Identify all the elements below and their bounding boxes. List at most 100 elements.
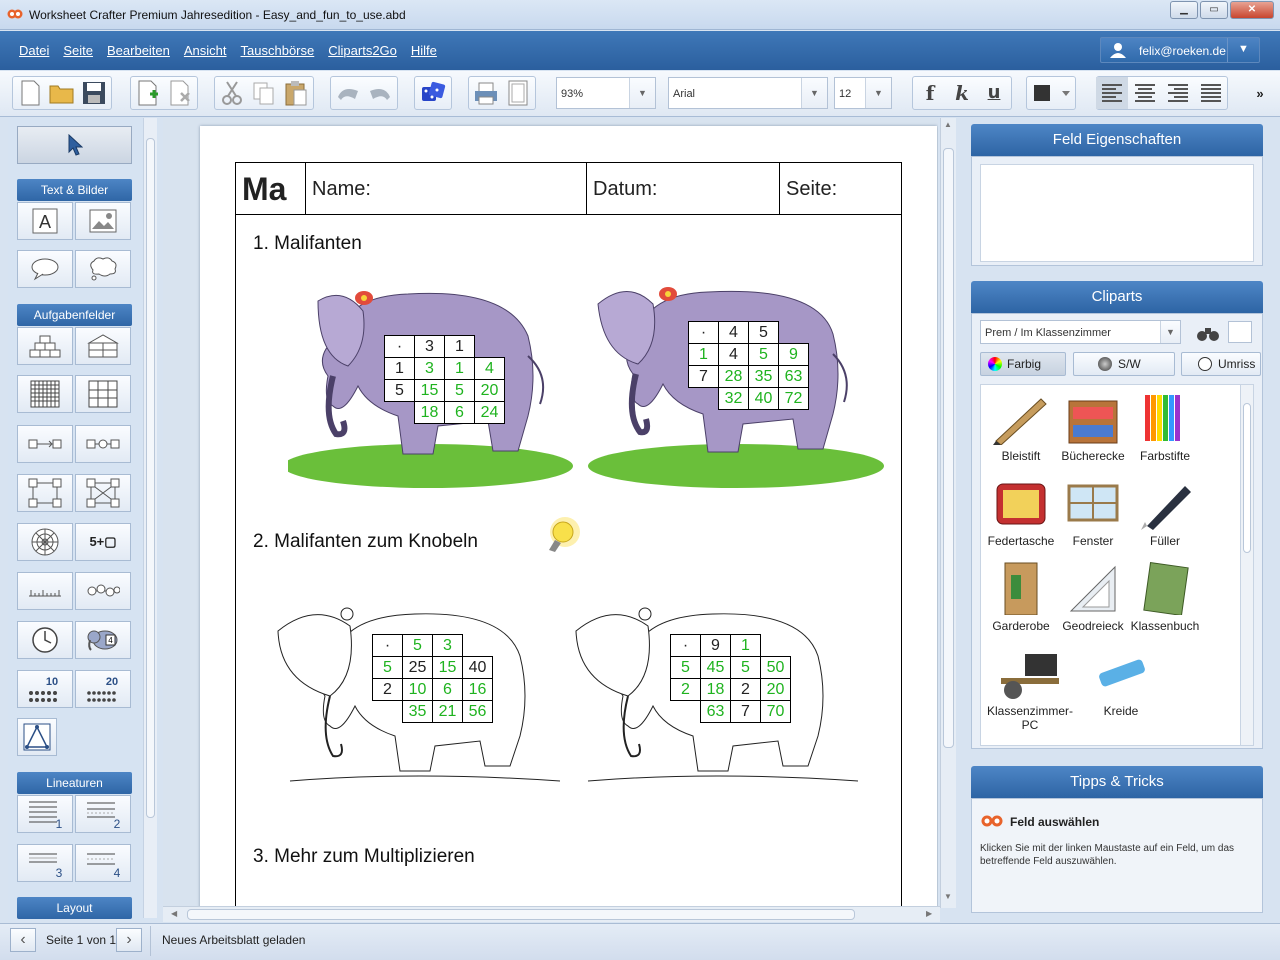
clipart-item[interactable]: Klassenbuch	[1129, 561, 1201, 633]
grid-cell[interactable]: 40	[748, 387, 779, 410]
section-layout[interactable]: Layout	[17, 897, 132, 919]
underline-button[interactable]: u	[978, 77, 1010, 109]
grid-cell[interactable]: ·	[670, 634, 701, 657]
geometry-tool-button[interactable]	[17, 718, 57, 756]
grid-cell[interactable]: 21	[432, 700, 463, 723]
font-select[interactable]: Arial ▼	[668, 77, 828, 109]
grid-cell[interactable]: 5	[730, 656, 761, 679]
paste-icon[interactable]	[280, 77, 312, 109]
grid-cell[interactable]: 25	[402, 656, 433, 679]
grid-cell[interactable]: 18	[414, 401, 445, 424]
copy-icon[interactable]	[248, 77, 280, 109]
grid-cell[interactable]: 15	[414, 379, 445, 402]
save-icon[interactable]	[78, 77, 110, 109]
operator-machine-tool-button[interactable]	[75, 425, 131, 463]
grid-cell[interactable]: 4	[474, 357, 505, 380]
ruling-3-tool-button[interactable]: 3	[17, 844, 73, 882]
clipart-item[interactable]: Farbstifte	[1129, 391, 1201, 463]
clipart-item[interactable]: Garderobe	[985, 561, 1057, 633]
grid-cell[interactable]: 20	[474, 379, 505, 402]
clipart-gallery[interactable]: Bleistift Bücherecke Farbstifte Federtas…	[980, 384, 1242, 746]
grid-cell[interactable]	[761, 635, 791, 657]
grid-cell[interactable]: ·	[688, 321, 719, 344]
chevron-down-icon[interactable]: ▼	[1227, 38, 1259, 62]
text-tool-button[interactable]: A	[17, 202, 73, 240]
thought-bubble-tool-button[interactable]	[75, 250, 131, 288]
grid-cell[interactable]: 3	[414, 335, 445, 358]
ruling-1-tool-button[interactable]: 1	[17, 795, 73, 833]
clipart-scrollbar[interactable]	[1240, 384, 1254, 746]
grid-tool-button[interactable]	[17, 375, 73, 413]
grid-cell[interactable]: 1	[444, 357, 475, 380]
multiplication-grid-2[interactable]: · 4 5 1 4 5 9 7 28 35 63 32 40 72	[688, 321, 809, 410]
multiplication-grid-4[interactable]: · 9 1 5 45 5 50 2 18 2 20 63 7 70	[670, 634, 791, 723]
menu-datei[interactable]: Datei	[19, 43, 49, 58]
grid-cell[interactable]: 2	[670, 678, 701, 701]
previous-page-button[interactable]: ‹	[10, 928, 36, 952]
align-justify-icon[interactable]	[1195, 77, 1227, 109]
grid-cell[interactable]: 72	[778, 387, 809, 410]
clipart-item[interactable]: Kreide	[1085, 646, 1157, 718]
align-right-icon[interactable]	[1162, 77, 1194, 109]
ruling-4-tool-button[interactable]: 4	[75, 844, 131, 882]
grid-cell[interactable]: 2	[730, 678, 761, 701]
grid-cell[interactable]: 56	[462, 700, 493, 723]
grid-cell[interactable]	[475, 336, 505, 358]
zoom-select[interactable]: 93% ▼	[556, 77, 656, 109]
menu-hilfe[interactable]: Hilfe	[411, 43, 437, 58]
grid-cell[interactable]: 5	[748, 321, 779, 344]
grid-cell[interactable]: 5	[372, 656, 403, 679]
table-tool-button[interactable]	[75, 375, 131, 413]
worksheet-page[interactable]: Ma Name: Datum: Seite: 1. Malifanten · 3 1…	[200, 126, 937, 906]
grid-cell[interactable]: 9	[778, 343, 809, 366]
undo-icon[interactable]	[332, 77, 364, 109]
grid-cell[interactable]	[689, 388, 719, 410]
grid-cell[interactable]: 5	[670, 656, 701, 679]
field-properties-area[interactable]	[980, 164, 1254, 262]
grid-cell[interactable]: 63	[700, 700, 731, 723]
grid-cell[interactable]: ·	[372, 634, 403, 657]
user-account-button[interactable]: felix@roeken.de ▼	[1100, 37, 1260, 63]
grid-cell[interactable]	[463, 635, 493, 657]
grid-cell[interactable]: 45	[700, 656, 731, 679]
grid-cell[interactable]: 7	[730, 700, 761, 723]
grid-cell[interactable]: 15	[432, 656, 463, 679]
malifant-tool-button[interactable]: 4	[75, 621, 131, 659]
open-folder-icon[interactable]	[46, 77, 78, 109]
number-string-tool-button[interactable]	[75, 572, 131, 610]
clipart-item[interactable]: Füller	[1129, 476, 1201, 548]
multiplication-grid-3[interactable]: · 5 3 5 25 15 40 2 10 6 16 35 21 56	[372, 634, 493, 723]
calculation-circle-tool-button[interactable]	[75, 474, 131, 512]
grid-cell[interactable]	[779, 322, 809, 344]
print-icon[interactable]	[470, 77, 502, 109]
mode-bw-button[interactable]: S/W	[1073, 352, 1175, 376]
grid-cell[interactable]: 3	[414, 357, 445, 380]
cut-icon[interactable]	[216, 77, 248, 109]
close-button[interactable]: ✕	[1230, 1, 1274, 19]
clipart-item[interactable]: Bleistift	[985, 391, 1057, 463]
equation-tool-button[interactable]: 5+▢	[75, 523, 131, 561]
menu-seite[interactable]: Seite	[63, 43, 93, 58]
grid-cell[interactable]: ·	[384, 335, 415, 358]
grid-cell[interactable]	[373, 701, 403, 723]
new-document-icon[interactable]	[14, 77, 46, 109]
grid-cell[interactable]: 32	[718, 387, 749, 410]
grid-cell[interactable]: 35	[748, 365, 779, 388]
maximize-button[interactable]: ▭	[1200, 1, 1228, 19]
tool-panel-scrollbar[interactable]	[143, 118, 157, 918]
grid-cell[interactable]: 2	[372, 678, 403, 701]
clipart-item[interactable]: Federtasche	[985, 476, 1057, 548]
grid-cell[interactable]: 18	[700, 678, 731, 701]
grid-cell[interactable]: 5	[402, 634, 433, 657]
clipart-category-select[interactable]: Prem / Im Klassenzimmer ▼	[980, 320, 1181, 344]
select-tool-button[interactable]	[17, 126, 132, 164]
align-left-icon[interactable]	[1096, 77, 1128, 109]
arithmetic-chain-tool-button[interactable]	[17, 474, 73, 512]
delete-page-icon[interactable]	[164, 77, 196, 109]
grid-cell[interactable]: 9	[700, 634, 731, 657]
grid-cell[interactable]: 5	[384, 379, 415, 402]
grid-cell[interactable]: 28	[718, 365, 749, 388]
mode-outline-button[interactable]: Umriss	[1181, 352, 1261, 376]
minimize-button[interactable]: ▁	[1170, 1, 1198, 19]
clipart-search-input[interactable]	[1228, 321, 1252, 343]
